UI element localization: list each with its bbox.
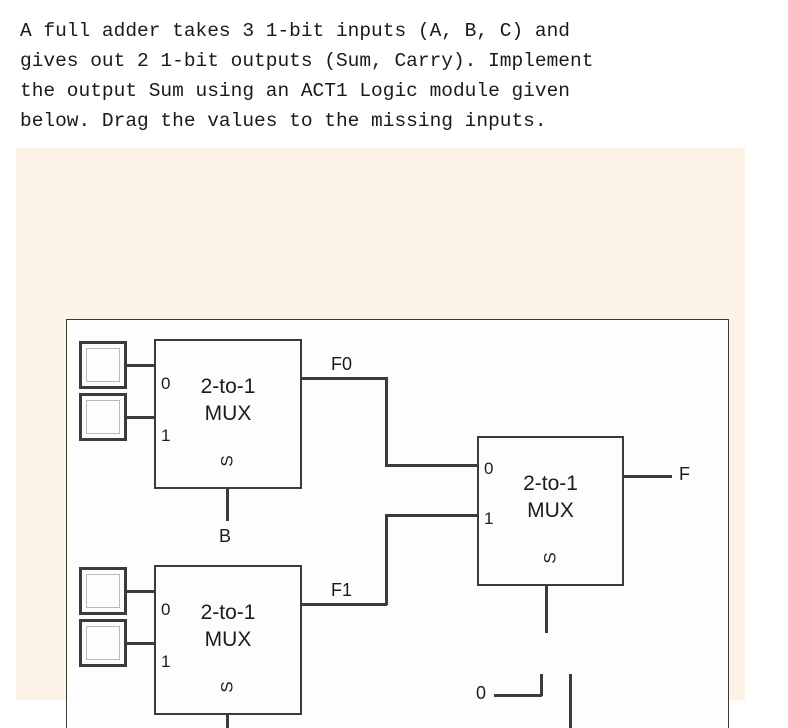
drop-target-mux-top-in1[interactable] [79,393,127,441]
drop-target-mux-top-in0[interactable] [79,341,127,389]
wire-f0-seg3 [385,464,478,467]
mux-bottom[interactable]: 0 1 2-to-1 MUX S [154,565,302,715]
mux-bottom-select-label: S [156,677,300,697]
mux-right-title-line2: MUX [527,499,574,522]
mux-bottom-pin1-label: 1 [161,652,171,671]
wire-or-input-left-h [494,694,542,697]
mux-right-title: 2-to-1 MUX [479,470,622,524]
exercise-page: A full adder takes 3 1-bit inputs (A, B,… [0,0,788,728]
mux-bottom-title-line2: MUX [204,628,252,651]
drop-target-mux-bottom-in1[interactable] [79,619,127,667]
mux-top-title-line2: MUX [204,402,252,425]
wire-mux-top-in0 [127,364,155,367]
wire-or-input-bottom [569,674,572,728]
mux-right-select-label: S [479,548,622,568]
mux-top-select-label: S [156,451,300,471]
mux-right[interactable]: 0 1 2-to-1 MUX S [477,436,624,586]
mux-top-title-line1: 2-to-1 [200,375,256,398]
label-f: F [679,464,690,484]
mux-right-title-line1: 2-to-1 [523,472,578,495]
wire-mux-right-select [545,585,548,633]
wire-f0-seg2 [385,377,388,466]
mux-top-select-input-label: B [219,526,232,546]
wire-mux-bottom-in1 [127,642,155,645]
wire-mux-bottom-in0 [127,590,155,593]
label-f1: F1 [331,580,353,600]
mux-bottom-title-line1: 2-to-1 [200,601,256,624]
drop-target-slot [86,348,120,382]
wire-f1-seg1 [301,603,387,606]
mux-top[interactable]: 0 1 2-to-1 MUX S [154,339,302,489]
exercise-panel: 0 1 2-to-1 MUX S B F0 0 1 2-to-1 MUX S F… [16,148,745,728]
or-gate-input-left-label: 0 [476,683,487,703]
mux-top-title: 2-to-1 MUX [156,373,300,427]
wire-f0-seg1 [301,377,387,380]
drop-target-mux-bottom-in0[interactable] [79,567,127,615]
mux-top-select-text: S [218,455,237,467]
mux-top-pin1-label: 1 [161,426,171,445]
label-f0: F0 [331,354,353,374]
drop-target-slot [86,400,120,434]
wire-mux-top-select [226,488,229,521]
drop-target-slot [86,574,120,608]
mux-right-select-text: S [540,552,560,564]
mux-bottom-select-text: S [218,681,237,693]
drop-target-slot [86,626,120,660]
question-prompt: A full adder takes 3 1-bit inputs (A, B,… [20,20,594,132]
wire-f1-seg2 [385,514,388,605]
mux-bottom-title: 2-to-1 MUX [156,599,300,653]
wire-mux-bottom-select [226,714,229,728]
wire-f-output [623,475,672,478]
wire-f1-seg3 [385,514,478,517]
wire-mux-top-in1 [127,416,155,419]
wire-or-input-left-v [540,674,543,696]
circuit-diagram-canvas: 0 1 2-to-1 MUX S B F0 0 1 2-to-1 MUX S F… [66,319,729,728]
